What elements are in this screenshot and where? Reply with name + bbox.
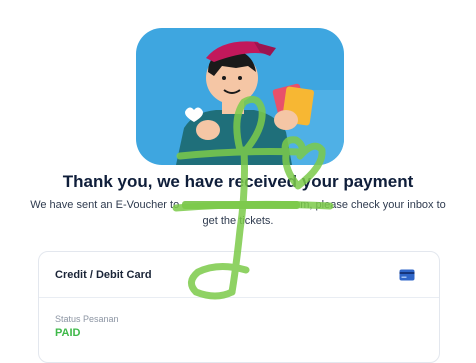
message-before-email: We have sent an E-Voucher to bbox=[30, 199, 180, 211]
payment-method-label: Credit / Debit Card bbox=[55, 268, 152, 281]
payment-details-card: Credit / Debit Card Status Pesanan PAID bbox=[38, 251, 440, 363]
redacted-email bbox=[182, 201, 301, 210]
payment-confirmation-message: We have sent an E-Voucher to m, please c… bbox=[30, 197, 446, 229]
order-status-label: Status Pesanan bbox=[55, 314, 119, 324]
hero-illustration bbox=[136, 28, 344, 165]
payment-confirmation-title: Thank you, we have received your payment bbox=[62, 172, 414, 191]
order-status-value: PAID bbox=[55, 327, 81, 339]
payment-method-row: Credit / Debit Card bbox=[39, 252, 439, 298]
credit-card-icon bbox=[399, 269, 415, 281]
